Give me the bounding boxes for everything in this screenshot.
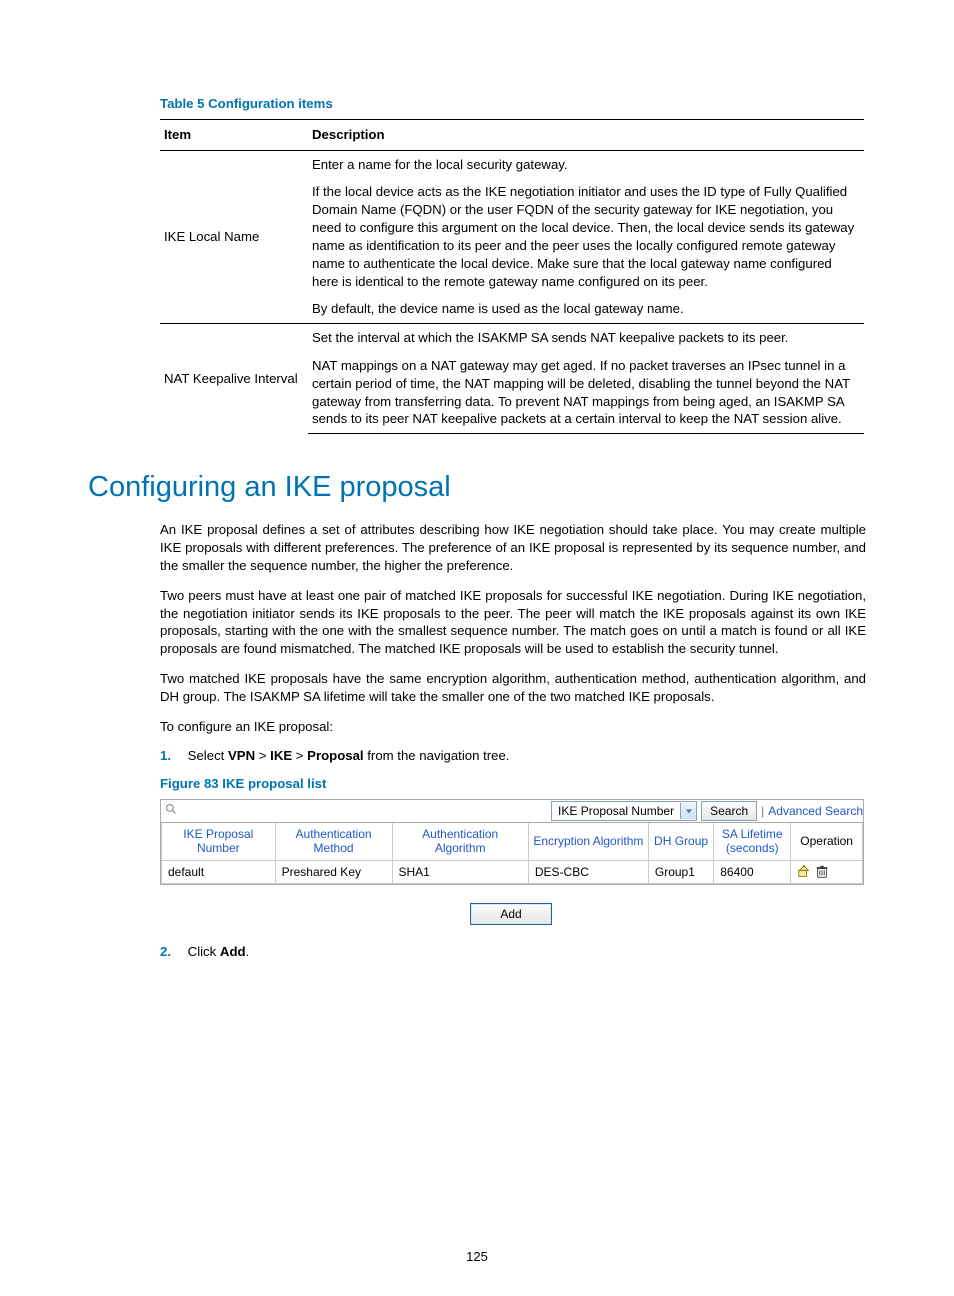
- nav-vpn: VPN: [228, 748, 255, 763]
- select-value: IKE Proposal Number: [552, 803, 680, 819]
- cell-dh: Group1: [648, 860, 713, 883]
- desc-text: Enter a name for the local security gate…: [308, 150, 864, 178]
- col-enc-algo[interactable]: Encryption Algorithm: [528, 823, 648, 860]
- step-number: 1.: [160, 747, 184, 765]
- body-paragraph: Two peers must have at least one pair of…: [160, 587, 866, 658]
- col-ike-number[interactable]: IKE Proposal Number: [162, 823, 276, 860]
- edit-icon[interactable]: [797, 865, 811, 879]
- desc-text: If the local device acts as the IKE nego…: [308, 178, 864, 295]
- desc-text: Set the interval at which the ISAKMP SA …: [308, 324, 864, 352]
- search-icon: [165, 803, 177, 819]
- add-label: Add: [220, 944, 246, 959]
- cell-sa: 86400: [714, 860, 791, 883]
- body-paragraph: An IKE proposal defines a set of attribu…: [160, 521, 866, 574]
- item-nat-keepalive: NAT Keepalive Interval: [160, 324, 308, 434]
- chevron-down-icon: [680, 803, 696, 819]
- cell-auth-method: Preshared Key: [275, 860, 392, 883]
- step-text: Select: [188, 748, 228, 763]
- advanced-search-link[interactable]: Advanced Search: [768, 803, 863, 819]
- gt: >: [255, 748, 270, 763]
- nav-ike: IKE: [270, 748, 292, 763]
- item-ike-local-name: IKE Local Name: [160, 150, 308, 324]
- cell-auth-algo: SHA1: [392, 860, 528, 883]
- config-items-table: Item Description IKE Local Name Enter a …: [160, 119, 864, 434]
- table-row: default Preshared Key SHA1 DES-CBC Group…: [162, 860, 863, 883]
- col-auth-method[interactable]: Authentication Method: [275, 823, 392, 860]
- col-dh-group[interactable]: DH Group: [648, 823, 713, 860]
- step-text: Click: [188, 944, 220, 959]
- step-text: from the navigation tree.: [364, 748, 510, 763]
- body-paragraph: To configure an IKE proposal:: [160, 718, 866, 736]
- col-header-desc: Description: [308, 119, 864, 150]
- desc-text: NAT mappings on a NAT gateway may get ag…: [308, 352, 864, 434]
- table-title: Table 5 Configuration items: [160, 95, 866, 113]
- add-button[interactable]: Add: [470, 903, 552, 925]
- nav-proposal: Proposal: [307, 748, 363, 763]
- step-number: 2.: [160, 943, 184, 961]
- ike-proposal-panel: IKE Proposal Number Search | Advanced Se…: [160, 799, 864, 885]
- step-1: 1. Select VPN > IKE > Proposal from the …: [160, 747, 866, 765]
- search-field-select[interactable]: IKE Proposal Number: [551, 801, 697, 821]
- col-operation: Operation: [791, 823, 863, 860]
- page-number: 125: [0, 1248, 954, 1266]
- col-auth-algo[interactable]: Authentication Algorithm: [392, 823, 528, 860]
- search-bar: IKE Proposal Number Search | Advanced Se…: [161, 800, 863, 823]
- cell-number: default: [162, 860, 276, 883]
- cell-operation: [791, 860, 863, 883]
- step-text: .: [246, 944, 250, 959]
- ike-proposal-table: IKE Proposal Number Authentication Metho…: [161, 823, 863, 884]
- section-heading: Configuring an IKE proposal: [88, 468, 866, 507]
- desc-text: By default, the device name is used as t…: [308, 295, 864, 323]
- cell-enc-algo: DES-CBC: [528, 860, 648, 883]
- search-button[interactable]: Search: [701, 801, 757, 821]
- gt: >: [292, 748, 307, 763]
- col-header-item: Item: [160, 119, 308, 150]
- col-sa-lifetime[interactable]: SA Lifetime (seconds): [714, 823, 791, 860]
- body-paragraph: Two matched IKE proposals have the same …: [160, 670, 866, 706]
- figure-title: Figure 83 IKE proposal list: [160, 775, 866, 793]
- delete-icon[interactable]: [815, 865, 829, 879]
- step-2: 2. Click Add.: [160, 943, 866, 961]
